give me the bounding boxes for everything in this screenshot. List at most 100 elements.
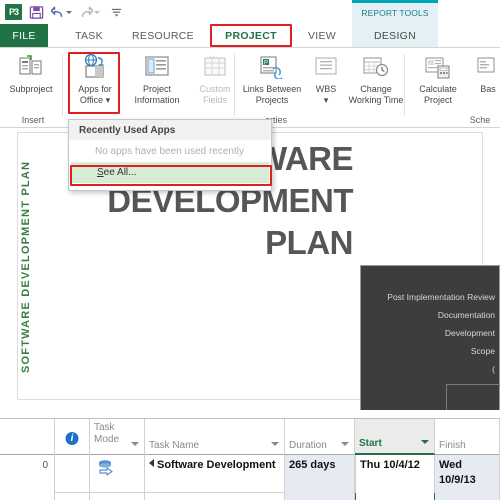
tab-task[interactable]: TASK (62, 24, 116, 48)
table-row-partial[interactable] (0, 493, 500, 500)
undo-button[interactable] (51, 5, 72, 19)
calculate-icon (424, 52, 452, 82)
cell-start[interactable]: Thu 10/4/12 (355, 455, 435, 493)
report-chart-panel[interactable]: Post Implementation Review Documentation… (360, 265, 500, 410)
project-logo-icon: P3 (5, 4, 22, 20)
cell-row-id-partial (0, 493, 55, 500)
cell-finish[interactable]: Wed 10/9/13 (435, 455, 500, 493)
ribbon-button-project-information[interactable]: Project Information (128, 50, 186, 112)
cell-task-mode[interactable] (90, 455, 145, 493)
cell-task-name-partial[interactable] (145, 493, 285, 500)
chart-label-partial: ( (492, 364, 495, 374)
cell-start-partial[interactable] (355, 493, 435, 500)
ribbon-button-apps-for-office[interactable]: Apps for Office ▾ (66, 50, 124, 112)
column-header-finish[interactable]: Finish (435, 419, 500, 455)
dropdown-empty-message: No apps have been used recently (95, 146, 244, 157)
set-baseline-label: Bas (480, 84, 496, 94)
cell-row-id: 0 (0, 455, 55, 493)
cell-indicators[interactable] (55, 455, 90, 493)
cell-task-mode-partial[interactable] (90, 493, 145, 500)
column-header-start[interactable]: Start (355, 419, 435, 455)
table-row[interactable]: 0 Software Development 265 days Thu 10/4… (0, 455, 500, 493)
dropdown-item-see-all[interactable]: See All... (71, 162, 269, 183)
column-header-indicators[interactable]: i (55, 419, 90, 455)
customize-qat-icon[interactable] (111, 7, 122, 18)
apps-for-office-dropdown[interactable]: Recently Used Apps No apps have been use… (68, 119, 272, 191)
cell-duration-partial[interactable] (285, 493, 355, 500)
ribbon-button-subproject[interactable]: Subproject (2, 50, 60, 112)
subproject-icon (18, 52, 44, 82)
cell-duration[interactable]: 265 days (285, 455, 355, 493)
dropdown-item-see-all-rest: ee All... (103, 167, 137, 178)
ribbon-button-set-baseline[interactable]: Bas (468, 50, 500, 112)
cell-task-name-text: Software Development (157, 459, 276, 471)
redo-button[interactable] (79, 5, 100, 19)
save-icon[interactable] (29, 5, 44, 20)
svg-text:P: P (264, 61, 268, 67)
redo-dropdown-caret-icon[interactable] (94, 10, 100, 14)
chart-label-development: Development (444, 328, 495, 338)
ribbon-separator-1 (62, 54, 63, 116)
column-header-task-mode-label: Task Mode (94, 422, 120, 445)
column-header-duration[interactable]: Duration (285, 419, 355, 455)
chart-label-scope: Scope (470, 346, 495, 356)
start-filter-arrow-icon[interactable] (421, 440, 429, 444)
column-header-task-name-label: Task Name (149, 440, 200, 451)
dropdown-item-see-all-accesskey: S (97, 167, 104, 178)
ribbon-button-wbs[interactable]: WBS ▾ (306, 50, 346, 112)
working-time-icon (362, 52, 390, 82)
task-mode-filter-arrow-icon[interactable] (131, 442, 139, 446)
ribbon-group-label-insert: Insert (21, 115, 45, 125)
gantt-entry-table: i Task Mode Task Name Duration Start Fin… (0, 418, 500, 500)
ribbon-button-links-between-projects[interactable]: P Links Between Projects (238, 50, 306, 112)
undo-icon[interactable] (51, 5, 65, 19)
report-title-line-3: PLAN (265, 224, 353, 261)
project-window: P3 REPORT TOOLS FILE TASK RESOURCE PROJE… (0, 0, 500, 500)
tab-file[interactable]: FILE (0, 24, 48, 48)
ribbon-group-label-schedule: Sche (469, 115, 491, 125)
table-header-row: i Task Mode Task Name Duration Start Fin… (0, 419, 500, 455)
undo-dropdown-caret-icon[interactable] (66, 10, 72, 14)
report-vertical-title: SOFTWARE DEVELOPMENT PLAN (20, 160, 32, 373)
chart-label-documentation: Documentation (437, 310, 495, 320)
apps-for-office-icon (81, 52, 109, 82)
column-header-finish-label: Finish (439, 440, 466, 451)
info-icon: i (65, 432, 79, 445)
tab-view[interactable]: VIEW (300, 24, 344, 48)
tab-resource[interactable]: RESOURCE (124, 24, 202, 48)
report-tools-label: REPORT TOOLS (361, 8, 429, 18)
custom-fields-icon (202, 52, 228, 82)
baseline-icon (476, 52, 500, 82)
subproject-label: Subproject (9, 84, 53, 94)
change-working-time-label: Change Working Time (348, 84, 404, 105)
cell-finish-partial[interactable] (435, 493, 500, 500)
ribbon-tabbar: FILE TASK RESOURCE PROJECT VIEW DESIGN (0, 24, 500, 48)
wbs-icon (314, 52, 338, 82)
redo-icon[interactable] (79, 5, 93, 19)
column-header-start-label: Start (359, 438, 382, 449)
cell-indicators-partial[interactable] (55, 493, 90, 500)
auto-schedule-icon (97, 459, 115, 486)
collapse-triangle-icon[interactable] (149, 459, 154, 467)
task-name-filter-arrow-icon[interactable] (271, 442, 279, 446)
column-header-task-name[interactable]: Task Name (145, 419, 285, 455)
apps-for-office-label: Apps for Office ▾ (78, 84, 112, 105)
project-info-icon (144, 52, 170, 82)
ribbon-button-calculate-project[interactable]: Calculate Project (410, 50, 466, 112)
tab-design[interactable]: DESIGN (352, 24, 438, 48)
chart-inner-frame: Sco (446, 384, 500, 410)
duration-filter-arrow-icon[interactable] (341, 442, 349, 446)
column-header-duration-label: Duration (289, 440, 327, 451)
ribbon-button-change-working-time[interactable]: Change Working Time (344, 50, 408, 112)
chart-label-post-implementation-review: Post Implementation Review (387, 292, 495, 302)
links-icon: P (259, 52, 285, 82)
column-header-row-id[interactable] (0, 419, 55, 455)
calculate-project-label: Calculate Project (419, 84, 457, 105)
cell-task-name[interactable]: Software Development (145, 455, 285, 493)
links-between-projects-label: Links Between Projects (242, 84, 302, 105)
project-information-label: Project Information (134, 84, 180, 105)
tab-project[interactable]: PROJECT (210, 24, 292, 48)
dropdown-header-recently-used-apps: Recently Used Apps (69, 120, 271, 140)
column-header-task-mode[interactable]: Task Mode (90, 419, 145, 455)
ribbon-panel: Subproject Apps for Office ▾ Project Inf… (0, 48, 500, 128)
